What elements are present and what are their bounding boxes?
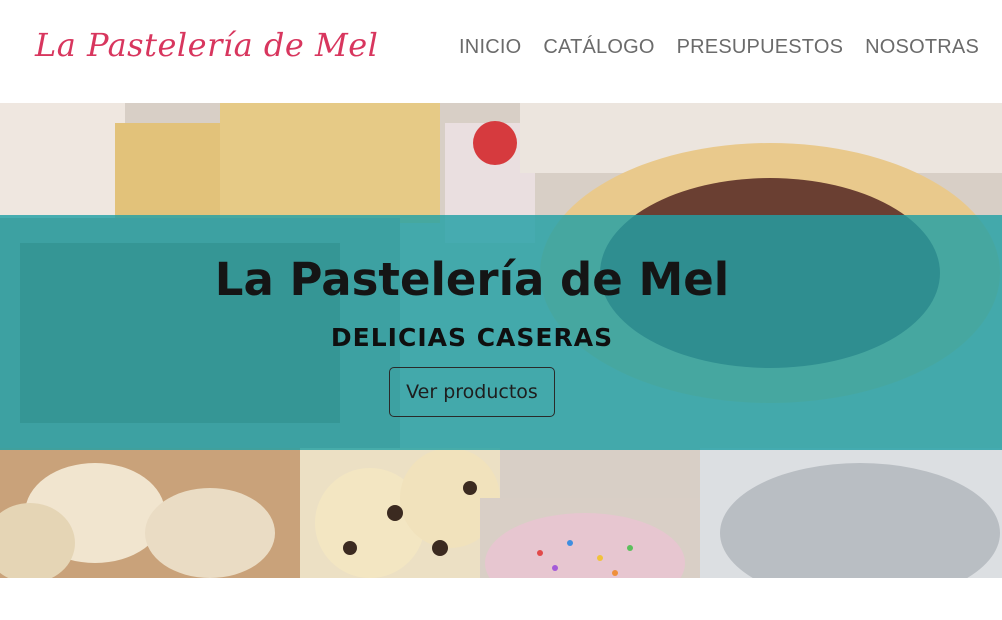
nav-link-presupuestos[interactable]: PRESUPUESTOS <box>677 36 844 59</box>
brand-logo-link[interactable]: La Pastelería de Mel <box>35 26 378 64</box>
hero-banner: La Pastelería de Mel DELICIAS CASERAS Ve… <box>0 103 1002 578</box>
nav-menu: INICIO CATÁLOGO PRESUPUESTOS NOSOTRAS <box>459 36 979 59</box>
hero-subtitle: DELICIAS CASERAS <box>330 323 614 352</box>
navbar: La Pastelería de Mel INICIO CATÁLOGO PRE… <box>0 0 1002 103</box>
nav-link-catalogo[interactable]: CATÁLOGO <box>543 36 654 59</box>
nav-link-inicio[interactable]: INICIO <box>459 36 521 59</box>
hero-title: La Pastelería de Mel <box>214 253 730 306</box>
nav-link-nosotras[interactable]: NOSOTRAS <box>865 36 979 59</box>
ver-productos-button[interactable]: Ver productos <box>389 367 555 417</box>
